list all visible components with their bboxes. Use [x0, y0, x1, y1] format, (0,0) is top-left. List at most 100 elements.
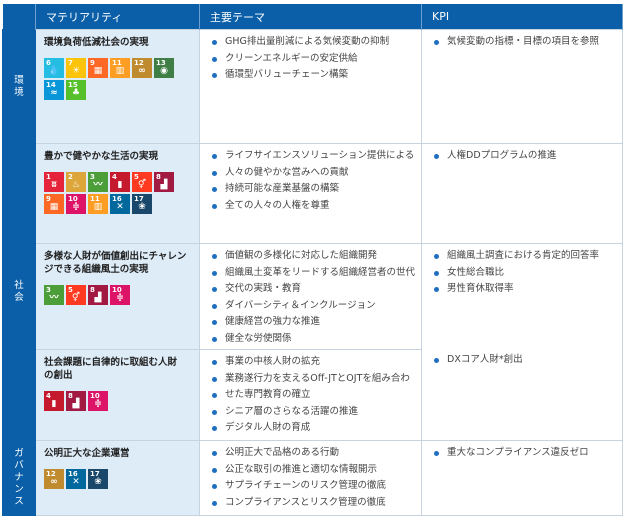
sdg-goal-10-icon: 10 ≑ [66, 193, 86, 214]
category-char: ン [14, 483, 24, 495]
family-icon: ʬ [51, 179, 57, 190]
gender-icon: ⚥ [71, 292, 81, 303]
category-governance: ガ バ ナ ン ス [2, 440, 36, 516]
kpi-cell: 気候変動の指標・目標の項目を参照 [421, 29, 623, 144]
list-item: 価値観の多様化に対応した組織開発 [208, 248, 415, 265]
kpi-list: 重大なコンプライアンス違反ゼロ [430, 445, 616, 462]
list-item: 全ての人々の人権を尊重 [208, 198, 415, 215]
theme-cell: 公明正大で品格のある行動 公正な取引の推進と適切な情報開示 サプライチェーンのリスク… [199, 440, 422, 516]
sdg-icons: 1 ʬ 2 ♨ 3 〰 4 ▮ 5 ⚥ 8 ▟ 9 ▦ 10 ≑ 11 ▥ 16 ✕ 17 ❀ [44, 171, 194, 214]
theme-cell: 価値観の多様化に対応した組織開発 組織風土変革をリードする組織経営者の世代 交代の実… [199, 243, 422, 350]
flower-icon: ❀ [94, 476, 102, 487]
buildings-icon: ▥ [115, 65, 125, 76]
sdg-goal-11-icon: 11 ▥ [110, 57, 130, 78]
dove-icon: ✕ [72, 476, 80, 487]
materiality-cell: 多様な人財が価値創出にチャレン ジできる組織風土の実現 3 〰 5 ⚥ 8 ▟ 10 ≑ [35, 243, 200, 350]
materiality-cell: 公明正大な企業運営 12 ∞ 16 ✕ 17 ❀ [35, 440, 200, 516]
list-item: 健康経営の強力な推進 [208, 314, 415, 331]
growth-chart-icon: ▟ [94, 292, 102, 303]
list-item: 公正な取引の推進と適切な情報開示 [208, 462, 415, 479]
book-icon: ▮ [51, 398, 57, 409]
sdg-number: 4 [46, 391, 51, 400]
materiality-cell: 環境負荷低減社会の実現 6 💧 7 ☀ 9 ▦ 11 ▥ 12 ∞ 13 ◉ 14 ≈15 ♣ [35, 29, 200, 144]
materiality-cell: 社会課題に自律的に取組む人財 の創出 4 ▮ 8 ▟ 10 ≑ [35, 349, 200, 441]
title-line: 社会課題に自律的に取組む人財 [44, 357, 178, 368]
bowl-icon: ♨ [71, 179, 81, 190]
list-item: 組織風土変革をリードする組織経営者の世代 [208, 265, 415, 282]
list-item: デジタル人財の育成 [208, 420, 415, 437]
sdg-goal-2-icon: 2 ♨ [66, 171, 86, 192]
sdg-goal-17-icon: 17 ❀ [132, 193, 152, 214]
kpi-cell: 組織風土調査における肯定的回答率 女性総合職比 男性育休取得率 DXコア人財*創出 [421, 243, 623, 441]
sdg-number: 4 [112, 172, 117, 181]
sdg-goal-16-icon: 16 ✕ [66, 468, 86, 489]
theme-list: 公明正大で品格のある行動 公正な取引の推進と適切な情報開示 サプライチェーンのリスク… [208, 445, 415, 511]
title-line: 多様な人財が価値創出にチャレン [44, 251, 187, 262]
header-row: マテリアリティ 主要テーマ KPI [2, 4, 623, 30]
list-item: 持続可能な産業基盤の構築 [208, 181, 415, 198]
materiality-table-container: マテリアリティ 主要テーマ KPI 環 境 環境負荷低減社会の実現 6 💧 7 ☀ 9 ▦… [0, 0, 624, 527]
heartbeat-icon: 〰 [93, 179, 103, 190]
list-item: 気候変動の指標・目標の項目を参照 [430, 34, 616, 51]
list-item: GHG排出量削減による気候変動の抑制 [208, 34, 415, 51]
row-society-2: 多様な人財が価値創出にチャレン ジできる組織風土の実現 3 〰 5 ⚥ 8 ▟ 10 ≑ 価値… [3, 243, 623, 441]
list-item: 人権DDプログラムの推進 [430, 148, 616, 165]
materiality-title: 豊かで健やかな生活の実現 [44, 151, 159, 162]
materiality-title: 社会課題に自律的に取組む人財 の創出 [44, 357, 193, 383]
list-item: 組織風土調査における肯定的回答率 [430, 248, 616, 265]
kpi-cell: 人権DDプログラムの推進 [421, 143, 623, 244]
sdg-goal-3-icon: 3 〰 [88, 171, 108, 192]
sdg-goal-12-icon: 12 ∞ [44, 468, 64, 489]
sdg-goal-10-icon: 10 ≑ [88, 390, 108, 411]
sdg-goal-8-icon: 8 ▟ [66, 390, 86, 411]
list-item: せた専門教育の確立 [208, 387, 415, 404]
header-corner [2, 4, 36, 30]
equal-icon: ≑ [94, 398, 102, 409]
sdg-icons: 6 💧 7 ☀ 9 ▦ 11 ▥ 12 ∞ 13 ◉ 14 ≈15 ♣ [44, 57, 194, 100]
sdg-goal-14-icon: 14 ≈ [44, 79, 64, 100]
sdg-goal-9-icon: 9 ▦ [88, 57, 108, 78]
sdg-number: 1 [46, 172, 51, 181]
theme-list: 価値観の多様化に対応した組織開発 組織風土変革をリードする組織経営者の世代 交代の実… [208, 248, 415, 347]
row-environment: 環 境 環境負荷低減社会の実現 6 💧 7 ☀ 9 ▦ 11 ▥ 12 ∞ 13 ◉ 14 ≈15 ♣ GH… [2, 29, 623, 144]
header-materiality: マテリアリティ [35, 4, 200, 30]
list-item: サプライチェーンのリスク管理の徹底 [208, 478, 415, 495]
sdg-goal-13-icon: 13 ◉ [154, 57, 174, 78]
theme-cell: ライフサイエンスソリューション提供による 人々の健やかな営みへの貢献 持続可能な産業… [199, 143, 422, 244]
infinity-icon: ∞ [138, 65, 146, 76]
theme-cell: 事業の中核人財の拡充 業務遂行力を支えるOff-JTとOJTを組み合わ せた専門教育… [199, 349, 422, 441]
sdg-icons: 4 ▮ 8 ▟ 10 ≑ [44, 390, 194, 411]
eye-globe-icon: ◉ [160, 65, 168, 76]
sdg-icons: 3 〰 5 ⚥ 8 ▟ 10 ≑ [44, 284, 194, 305]
title-line: ジできる組織風土の実現 [44, 263, 149, 275]
theme-cell: GHG排出量削減による気候変動の抑制 クリーンエネルギーの安定供給 循環型バリューチ… [199, 29, 422, 144]
heartbeat-icon: 〰 [49, 292, 59, 303]
sdg-goal-8-icon: 8 ▟ [154, 171, 174, 192]
list-item: DXコア人財*創出 [430, 352, 616, 369]
buildings-icon: ▥ [93, 201, 103, 212]
title-line: の創出 [44, 369, 73, 381]
category-char: ス [14, 495, 24, 507]
book-icon: ▮ [117, 179, 123, 190]
materiality-table: マテリアリティ 主要テーマ KPI 環 境 環境負荷低減社会の実現 6 💧 7 ☀ 9 ▦… [2, 4, 623, 516]
sdg-goal-11-icon: 11 ▥ [88, 193, 108, 214]
category-char: 会 [14, 292, 24, 303]
kpi-list-dx: DXコア人財*創出 [430, 352, 616, 369]
list-item: 人々の健やかな営みへの貢献 [208, 165, 415, 182]
header-kpi: KPI [421, 4, 623, 30]
category-char: 社 [14, 280, 24, 292]
sun-icon: ☀ [71, 65, 81, 76]
sdg-goal-9-icon: 9 ▦ [44, 193, 64, 214]
materiality-title: 公明正大な企業運営 [44, 448, 130, 459]
materiality-title: 環境負荷低減社会の実現 [44, 37, 149, 48]
list-item: クリーンエネルギーの安定供給 [208, 51, 415, 68]
sdg-goal-6-icon: 6 💧 [44, 57, 64, 78]
growth-chart-icon: ▟ [160, 179, 168, 190]
sdg-goal-4-icon: 4 ▮ [44, 390, 64, 411]
sdg-goal-16-icon: 16 ✕ [110, 193, 130, 214]
sdg-goal-17-icon: 17 ❀ [88, 468, 108, 489]
category-char: 境 [14, 86, 24, 98]
list-item: 業務遂行力を支えるOff-JTとOJTを組み合わ [208, 371, 415, 388]
list-item: 男性育休取得率 [430, 281, 616, 298]
materiality-cell: 豊かで健やかな生活の実現 1 ʬ 2 ♨ 3 〰 4 ▮ 5 ⚥ 8 ▟ 9 ▦ 10 ≑ 11 ▥ 16 ✕ 17 ❀ [35, 143, 200, 244]
